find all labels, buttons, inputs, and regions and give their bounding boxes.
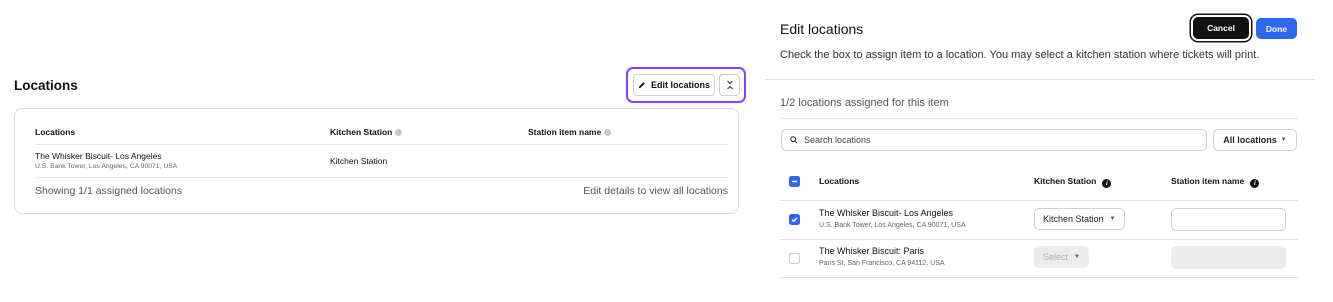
station-item-name-input[interactable] xyxy=(1171,208,1286,231)
location-address: Paris St, San Francisco, CA 94112, USA xyxy=(819,260,945,267)
assigned-count-text: Showing 1/1 assigned locations xyxy=(35,185,183,197)
station-item-name-input[interactable] xyxy=(1171,246,1286,269)
collapse-icon xyxy=(726,80,733,90)
divider xyxy=(780,118,1298,119)
chevron-down-icon: ▼ xyxy=(1280,137,1287,143)
location-name: The Whisker Biscuit- Los Angeles xyxy=(35,151,162,161)
location-name: The Whisker Biscuit- Los Angeles xyxy=(819,208,954,218)
collapse-button[interactable] xyxy=(719,74,740,96)
column-header-station-item-name-label: Station item name xyxy=(1171,176,1245,186)
section-title: Locations xyxy=(14,78,78,93)
column-header-locations: Locations xyxy=(35,127,76,137)
search-field[interactable] xyxy=(781,129,1207,151)
filter-label: All locations xyxy=(1223,135,1277,145)
done-button[interactable]: Done xyxy=(1256,18,1297,39)
row-checkbox[interactable] xyxy=(789,214,800,225)
table-row: The Whisker Biscuit- Los Angeles U.S. Ba… xyxy=(780,202,1298,240)
column-header-kitchen-station-label: Kitchen Station xyxy=(1034,176,1097,186)
chevron-down-icon: ▼ xyxy=(1109,216,1116,222)
column-header-kitchen-station-label: Kitchen Station xyxy=(330,127,393,137)
column-header-locations: Locations xyxy=(819,176,860,186)
search-icon xyxy=(790,136,798,144)
kitchen-station-value: Kitchen Station xyxy=(1043,214,1104,224)
check-icon xyxy=(791,217,798,223)
cancel-button[interactable]: Cancel xyxy=(1193,17,1249,39)
kitchen-station-value: Kitchen Station xyxy=(330,156,388,166)
assigned-count: 1/2 locations assigned for this item xyxy=(780,97,949,109)
table-row: The Whisker Biscuit: Paris Paris St, San… xyxy=(780,240,1298,278)
indeterminate-icon xyxy=(792,180,797,183)
kitchen-station-value: Select xyxy=(1043,252,1069,262)
kitchen-station-select[interactable]: Kitchen Station ▼ xyxy=(1034,208,1125,230)
help-icon xyxy=(395,129,403,136)
edit-locations-button[interactable]: Edit locations xyxy=(633,74,715,96)
edit-details-hint: Edit details to view all locations xyxy=(583,185,728,197)
search-input[interactable] xyxy=(804,135,1184,145)
column-header-kitchen-station: Kitchen Station i xyxy=(1034,176,1112,188)
chevron-down-icon: ▼ xyxy=(1074,254,1080,260)
edit-locations-label: Edit locations xyxy=(650,80,710,90)
help-icon xyxy=(604,129,612,136)
info-icon[interactable]: i xyxy=(1102,179,1112,188)
kitchen-station-select[interactable]: Select ▼ xyxy=(1034,246,1089,268)
select-all-checkbox[interactable] xyxy=(789,176,800,187)
location-address: U.S. Bank Tower, Los Angeles, CA 90071, … xyxy=(819,222,966,229)
row-checkbox[interactable] xyxy=(789,253,800,264)
panel-title: Edit locations xyxy=(780,21,864,37)
table-row: The Whisker Biscuit- Los Angeles U.S. Ba… xyxy=(35,145,728,178)
location-name: The Whisker Biscuit: Paris xyxy=(819,246,925,256)
table-footer: Showing 1/1 assigned locations Edit deta… xyxy=(35,179,728,203)
divider xyxy=(765,79,1315,80)
edit-table-header: Locations Kitchen Station i Station item … xyxy=(780,165,1298,201)
pencil-icon xyxy=(638,82,645,89)
column-header-kitchen-station: Kitchen Station xyxy=(330,127,403,137)
column-header-station-item-name: Station item name i xyxy=(1171,176,1260,188)
column-header-station-item-name-label: Station item name xyxy=(528,127,602,137)
column-header-station-item-name: Station item name xyxy=(528,127,612,137)
locations-table: Locations Kitchen Station Station item n… xyxy=(14,108,739,214)
info-icon[interactable]: i xyxy=(1250,179,1260,188)
table-header: Locations Kitchen Station Station item n… xyxy=(35,123,728,145)
panel-subtitle: Check the box to assign item to a locati… xyxy=(780,49,1260,61)
location-filter-dropdown[interactable]: All locations ▼ xyxy=(1213,129,1297,151)
location-address: U.S. Bank Tower, Los Angeles, CA 90071, … xyxy=(35,163,178,170)
